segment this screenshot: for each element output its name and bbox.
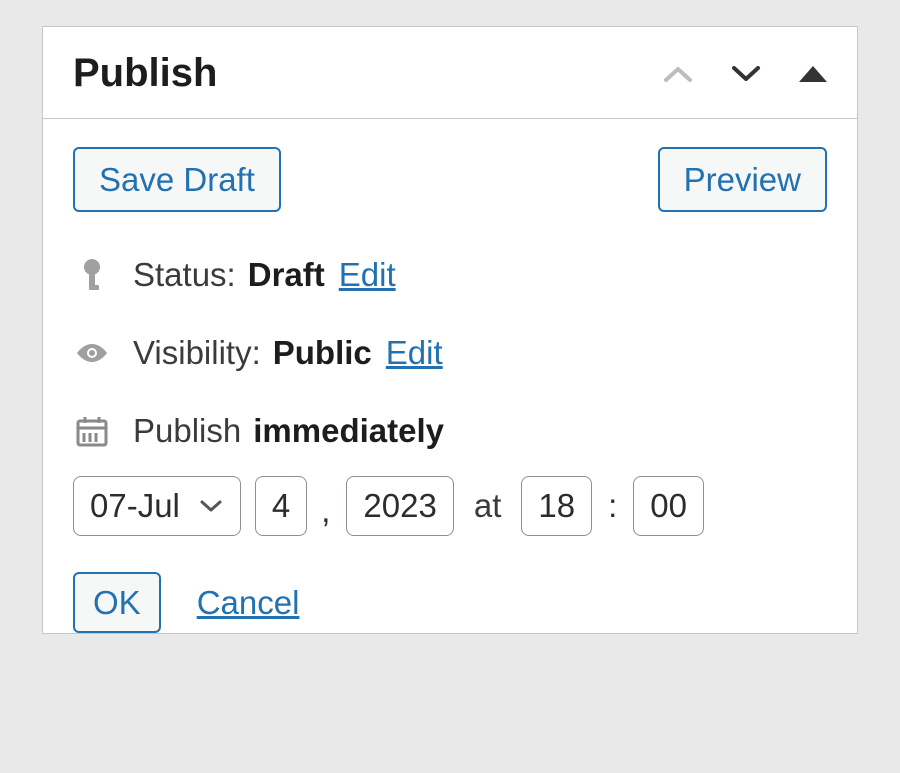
calendar-icon	[73, 415, 111, 447]
month-select[interactable]: 07-Jul	[73, 476, 241, 536]
preview-button[interactable]: Preview	[658, 147, 827, 212]
comma: ,	[321, 492, 332, 530]
toggle-panel-icon[interactable]	[799, 66, 827, 82]
hour-value: 18	[538, 487, 575, 525]
visibility-edit-link[interactable]: Edit	[386, 334, 443, 372]
panel-title: Publish	[73, 51, 663, 96]
cancel-link[interactable]: Cancel	[197, 584, 300, 622]
status-edit-link[interactable]: Edit	[339, 256, 396, 294]
publish-label: Publish	[133, 412, 241, 450]
chevron-down-icon	[200, 499, 222, 513]
status-row: Status: Draft Edit	[73, 256, 827, 294]
status-label: Status:	[133, 256, 236, 294]
action-buttons-row: Save Draft Preview	[73, 147, 827, 212]
minute-input[interactable]: 00	[633, 476, 704, 536]
month-value: 07-Jul	[90, 487, 180, 525]
publish-panel: Publish Save Draft Preview Status: Draft…	[42, 26, 858, 634]
status-value: Draft	[248, 256, 325, 294]
save-draft-button[interactable]: Save Draft	[73, 147, 281, 212]
minute-value: 00	[650, 487, 687, 525]
panel-controls	[663, 64, 827, 84]
panel-header: Publish	[43, 27, 857, 118]
eye-icon	[73, 341, 111, 365]
day-value: 4	[272, 487, 290, 525]
publish-schedule-row: Publish immediately	[73, 412, 827, 450]
visibility-value: Public	[273, 334, 372, 372]
ok-button[interactable]: OK	[73, 572, 161, 633]
move-up-icon[interactable]	[663, 64, 693, 84]
time-separator: :	[606, 487, 619, 525]
year-value: 2023	[363, 487, 436, 525]
visibility-label: Visibility:	[133, 334, 261, 372]
move-down-icon[interactable]	[731, 64, 761, 84]
visibility-row: Visibility: Public Edit	[73, 334, 827, 372]
at-label: at	[468, 487, 508, 525]
publish-mode: immediately	[253, 412, 444, 450]
hour-input[interactable]: 18	[521, 476, 592, 536]
year-input[interactable]: 2023	[346, 476, 453, 536]
day-input[interactable]: 4	[255, 476, 307, 536]
confirm-row: OK Cancel	[73, 572, 827, 633]
date-time-row: 07-Jul 4 , 2023 at 18 : 00	[73, 476, 827, 536]
key-icon	[73, 257, 111, 293]
